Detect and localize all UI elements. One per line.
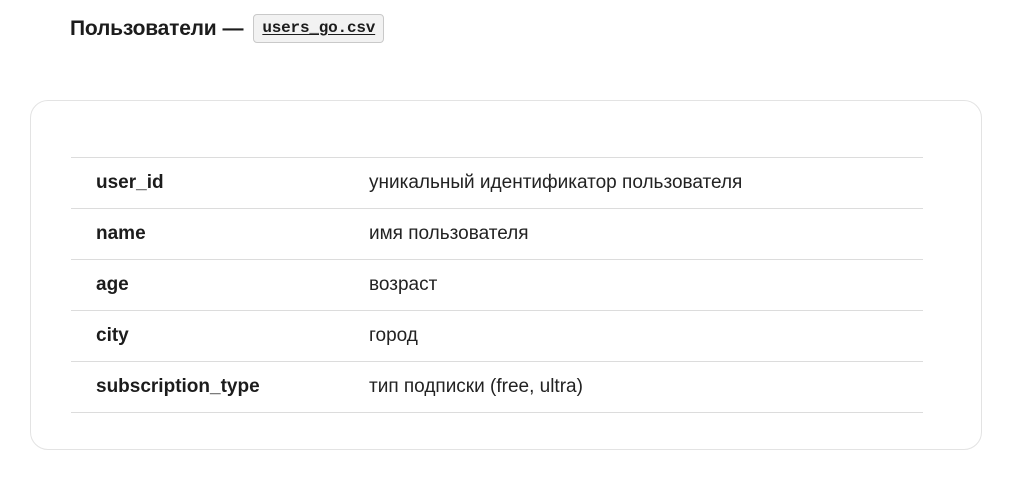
field-description: возраст (369, 259, 923, 311)
field-name: age (71, 259, 369, 311)
fields-table: user_id уникальный идентификатор пользов… (71, 157, 923, 413)
field-description: город (369, 310, 923, 362)
table-row: subscription_type тип подписки (free, ul… (71, 361, 923, 413)
field-name: city (71, 310, 369, 362)
field-name: user_id (71, 157, 369, 209)
field-name: subscription_type (71, 361, 369, 413)
table-row: user_id уникальный идентификатор пользов… (71, 157, 923, 209)
table-row: name имя пользователя (71, 208, 923, 260)
field-description: уникальный идентификатор пользователя (369, 157, 923, 209)
fields-card: user_id уникальный идентификатор пользов… (30, 100, 982, 450)
table-row: age возраст (71, 259, 923, 311)
section-title: Пользователи (70, 16, 217, 40)
title-separator: — (222, 16, 244, 40)
field-description: тип подписки (free, ultra) (369, 361, 923, 413)
file-name-tag[interactable]: users_go.csv (253, 14, 385, 43)
section-heading: Пользователи — users_go.csv (70, 14, 385, 43)
field-name: name (71, 208, 369, 260)
table-row: city город (71, 310, 923, 362)
field-description: имя пользователя (369, 208, 923, 260)
